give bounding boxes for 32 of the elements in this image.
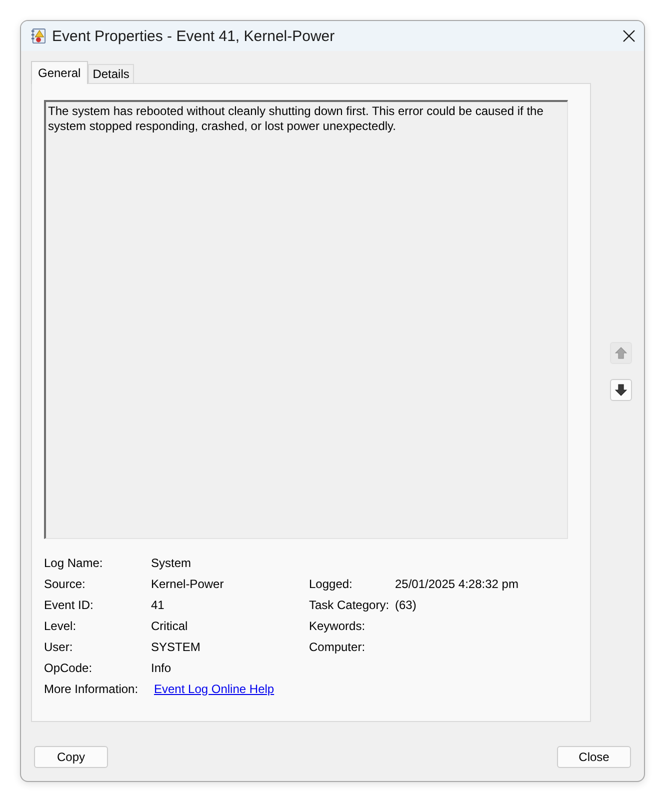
window-title: Event Properties - Event 41, Kernel-Power bbox=[52, 28, 335, 44]
field-label: User: bbox=[44, 640, 73, 654]
down-arrow-icon bbox=[615, 384, 627, 396]
close-button[interactable] bbox=[622, 29, 636, 43]
field-value: System bbox=[151, 556, 192, 570]
up-arrow-icon bbox=[615, 347, 627, 359]
field-label: Computer: bbox=[309, 640, 366, 654]
close-icon bbox=[623, 30, 635, 42]
field-value: Critical bbox=[151, 618, 188, 632]
description-text: The system has rebooted without cleanly shutting down first. This error could be caused if the system stopped responding, crashed, or lost power unexpectedly. bbox=[48, 104, 544, 134]
notebook-warning-icon bbox=[31, 28, 46, 44]
field-label: Logged: bbox=[309, 576, 352, 590]
next-button[interactable] bbox=[610, 379, 632, 401]
tab[interactable]: General bbox=[31, 61, 88, 84]
field-label: Keywords: bbox=[309, 618, 366, 632]
dialog-button[interactable]: Close bbox=[557, 746, 631, 768]
field-value: SYSTEM bbox=[151, 640, 200, 654]
help-link[interactable]: Event Log Online Help bbox=[154, 682, 274, 696]
field-label: OpCode: bbox=[44, 660, 92, 674]
tab[interactable]: Details bbox=[88, 64, 134, 83]
field-label: Level: bbox=[44, 618, 76, 632]
field-value: 25/01/2025 4:28:32 pm bbox=[395, 576, 518, 590]
field-label: Log Name: bbox=[44, 556, 103, 570]
field-value: (63) bbox=[395, 598, 416, 612]
field-value: Info bbox=[151, 660, 172, 674]
dialog-button[interactable]: Copy bbox=[34, 746, 108, 768]
field-value: 41 bbox=[151, 598, 164, 612]
field-label: Event ID: bbox=[44, 598, 94, 612]
field-value: Kernel-Power bbox=[151, 576, 224, 590]
field-label: Task Category: bbox=[309, 598, 390, 612]
field-label: Source: bbox=[44, 576, 86, 590]
field-label: More Information: bbox=[44, 682, 138, 696]
